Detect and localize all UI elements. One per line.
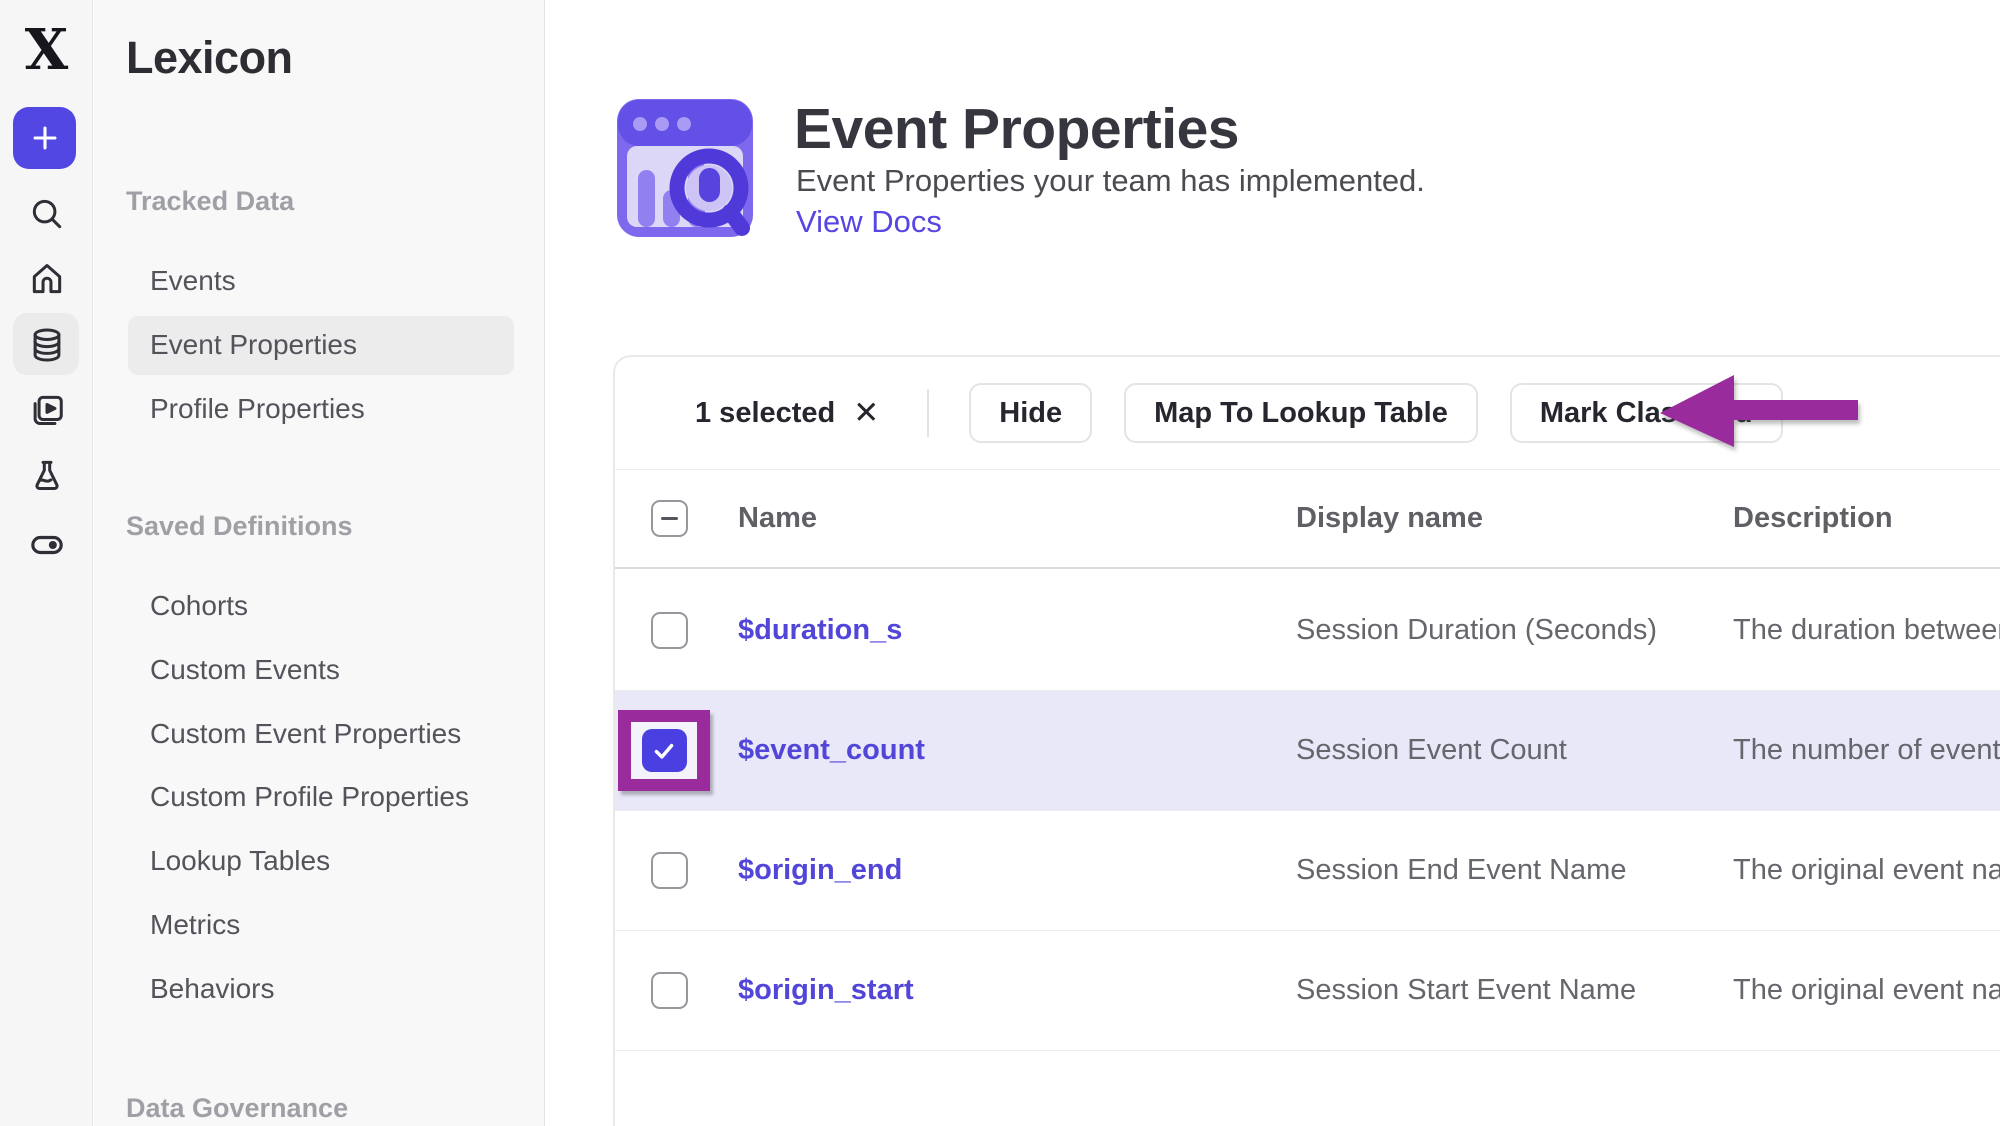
sidebar-item-event-properties[interactable]: Event Properties — [150, 328, 357, 362]
display-name-cell: Session End Event Name — [1296, 854, 1733, 887]
plus-icon — [28, 121, 62, 155]
experiments-nav-button[interactable] — [0, 456, 93, 494]
mixpanel-logo-icon: X — [25, 22, 68, 78]
feature-flags-nav-button[interactable] — [0, 525, 93, 565]
property-name-link[interactable]: $event_count — [738, 734, 925, 766]
event-properties-table-card: 1 selected ✕ Hide Map To Lookup Table Ma… — [613, 355, 2000, 1126]
column-header-name: Name — [738, 502, 1296, 535]
row-checkbox[interactable] — [651, 612, 688, 649]
sidebar-item-events[interactable]: Events — [150, 264, 236, 298]
description-cell: The original event nam — [1733, 974, 2000, 1007]
section-tracked-data: Tracked Data — [126, 186, 294, 217]
home-nav-button[interactable] — [0, 260, 93, 298]
property-name-link[interactable]: $origin_end — [738, 854, 902, 886]
sidebar-item-cohorts[interactable]: Cohorts — [150, 589, 248, 623]
table-row: $origin_end Session End Event Name The o… — [615, 811, 2000, 931]
description-cell: The original event nam — [1733, 854, 2000, 887]
data-nav-button[interactable] — [0, 326, 93, 364]
lexicon-sidebar: Lexicon Tracked Data Events Event Proper… — [94, 0, 545, 1126]
toolbar-divider — [927, 389, 929, 437]
display-name-cell: Session Start Event Name — [1296, 974, 1733, 1007]
column-header-description: Description — [1733, 502, 2000, 535]
view-docs-link[interactable]: View Docs — [796, 204, 942, 240]
toggle-icon — [27, 525, 67, 565]
hide-button[interactable]: Hide — [969, 383, 1092, 443]
annotation-arrow — [1658, 372, 1860, 452]
section-saved-definitions: Saved Definitions — [126, 511, 353, 542]
selection-count-label: 1 selected — [695, 397, 835, 430]
checkmark-icon — [651, 738, 677, 764]
browser-chart-magnifier-icon — [616, 98, 754, 238]
sidebar-item-lookup-tables[interactable]: Lookup Tables — [150, 844, 330, 878]
row-checkbox[interactable] — [651, 972, 688, 1009]
create-button[interactable] — [13, 107, 76, 169]
sidebar-item-behaviors[interactable]: Behaviors — [150, 972, 275, 1006]
select-all-checkbox[interactable] — [651, 500, 688, 537]
indeterminate-dash-icon — [661, 517, 678, 520]
table-row-selected: $event_count Session Event Count The num… — [615, 691, 2000, 811]
section-data-governance: Data Governance — [126, 1093, 348, 1124]
table-body: $duration_s Session Duration (Seconds) T… — [615, 571, 2000, 1051]
sidebar-item-profile-properties[interactable]: Profile Properties — [150, 392, 365, 426]
table-row: $duration_s Session Duration (Seconds) T… — [615, 571, 2000, 691]
display-name-cell: Session Duration (Seconds) — [1296, 614, 1733, 647]
flask-icon — [28, 456, 66, 494]
map-to-lookup-table-button[interactable]: Map To Lookup Table — [1124, 383, 1478, 443]
row-checkbox-checked[interactable] — [642, 729, 687, 772]
column-header-display-name: Display name — [1296, 502, 1733, 535]
database-icon — [28, 326, 66, 364]
home-icon — [28, 260, 66, 298]
page-header-icon — [616, 98, 754, 243]
property-name-link[interactable]: $origin_start — [738, 974, 914, 1006]
description-cell: The duration between — [1733, 614, 2000, 647]
table-row: $origin_start Session Start Event Name T… — [615, 931, 2000, 1051]
icon-rail: X — [0, 0, 93, 1126]
description-cell: The number of events — [1733, 734, 2000, 767]
search-nav-button[interactable] — [0, 195, 93, 233]
search-icon — [28, 195, 66, 233]
annotation-highlight-inner — [631, 722, 697, 779]
lexicon-page: X — [0, 0, 2000, 1126]
sidebar-item-custom-events[interactable]: Custom Events — [150, 653, 340, 687]
property-name-link[interactable]: $duration_s — [738, 614, 902, 646]
page-subtitle: Event Properties your team has implement… — [796, 163, 1425, 199]
sidebar-item-custom-profile-properties[interactable]: Custom Profile Properties — [150, 780, 469, 814]
sidebar-title: Lexicon — [126, 32, 293, 84]
mixpanel-logo[interactable]: X — [0, 22, 93, 78]
sidebar-item-metrics[interactable]: Metrics — [150, 908, 240, 942]
row-checkbox[interactable] — [651, 852, 688, 889]
clear-selection-icon[interactable]: ✕ — [853, 395, 879, 431]
boards-play-icon — [28, 391, 66, 429]
table-header-row: Name Display name Description — [615, 470, 2000, 569]
boards-nav-button[interactable] — [0, 391, 93, 429]
page-title: Event Properties — [794, 96, 1239, 162]
sidebar-item-custom-event-properties[interactable]: Custom Event Properties — [150, 717, 461, 751]
annotation-highlight-box — [618, 710, 710, 791]
display-name-cell: Session Event Count — [1296, 734, 1733, 767]
